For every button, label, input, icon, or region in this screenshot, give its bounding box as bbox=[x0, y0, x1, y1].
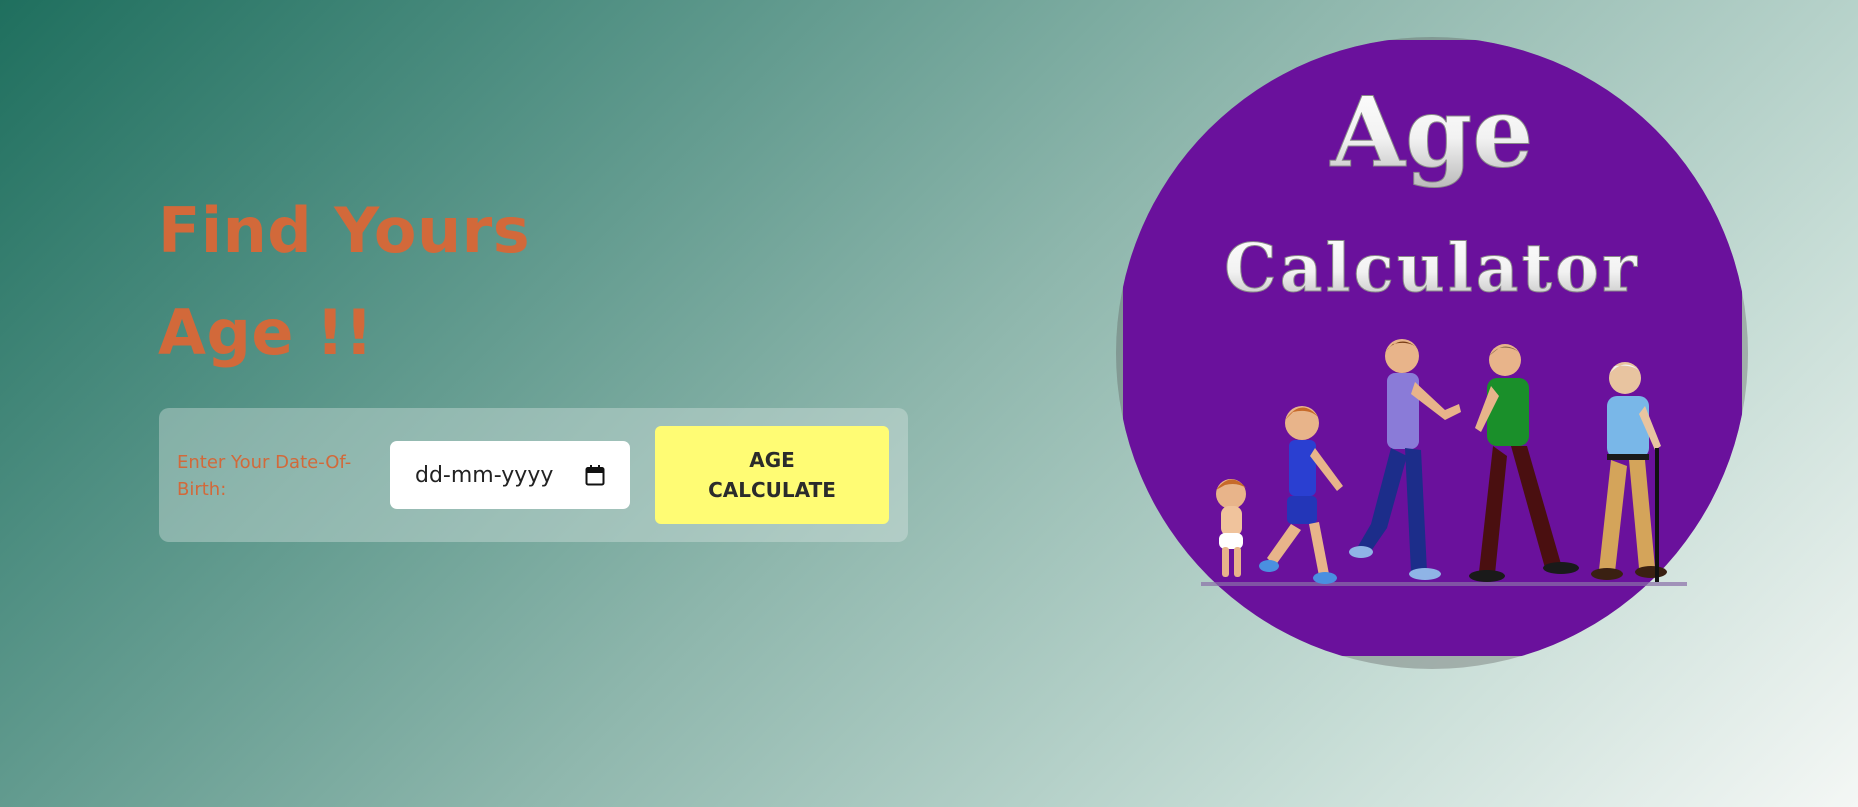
ground-line bbox=[1201, 582, 1687, 586]
page-title: Find Yours Age !! bbox=[158, 180, 578, 384]
dob-label: Enter Your Date-Of-Birth: bbox=[177, 452, 352, 500]
logo-title-age: Age bbox=[1330, 76, 1534, 189]
page-title-line-1: Find Yours bbox=[158, 194, 531, 267]
logo-title-calculator: Calculator bbox=[1224, 229, 1640, 307]
page-title-line-2: Age !! bbox=[158, 296, 374, 369]
calendar-icon[interactable] bbox=[585, 464, 605, 486]
dob-date-input[interactable]: dd-mm-yyyy bbox=[390, 441, 630, 509]
age-calculator-logo: Age Calculator bbox=[1116, 37, 1748, 669]
dob-date-placeholder: dd-mm-yyyy bbox=[415, 462, 554, 488]
age-form-panel: Enter Your Date-Of-Birth: dd-mm-yyyy AGE… bbox=[159, 408, 908, 542]
age-calculate-button[interactable]: AGE CALCULATE bbox=[655, 426, 889, 524]
